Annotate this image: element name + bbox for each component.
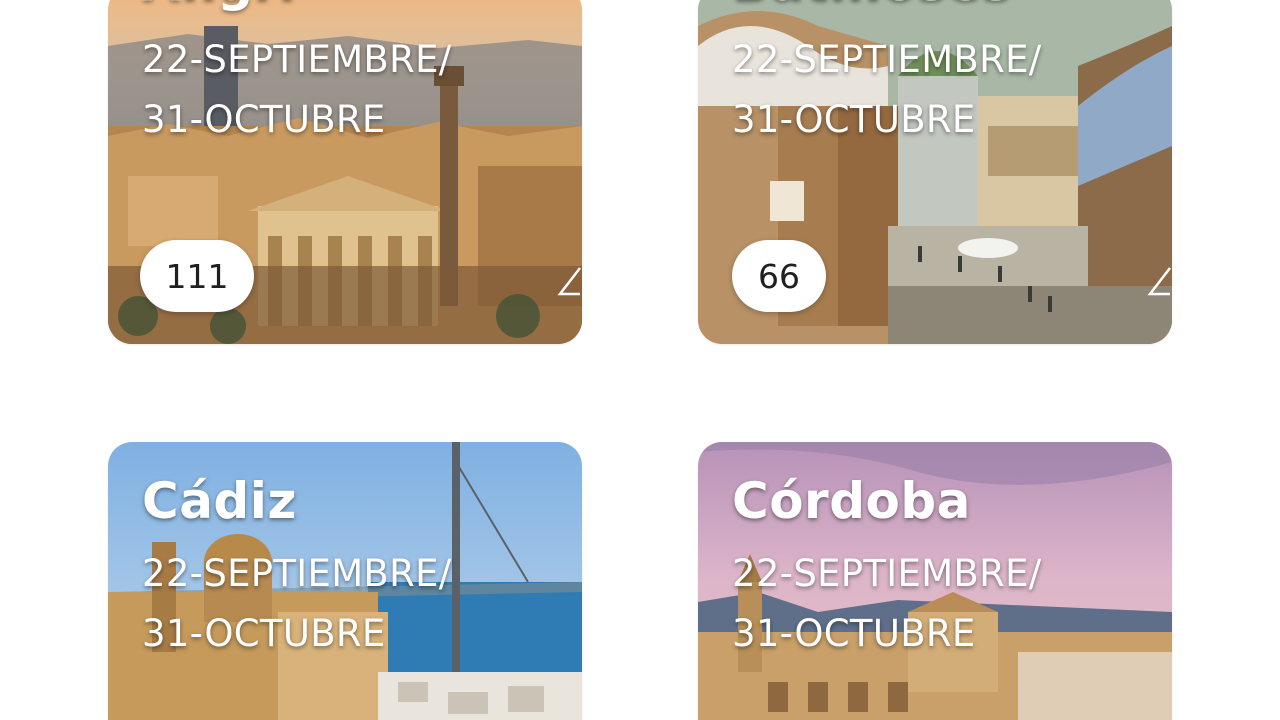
chevron-up-icon[interactable]: [556, 264, 582, 302]
date-end: 31-OCTUBRE: [732, 612, 976, 655]
date-start: 22-SEPTIEMBRE/: [732, 38, 1042, 81]
destination-card-cadiz[interactable]: Cádiz 22-SEPTIEMBRE/ 31-OCTUBRE: [108, 442, 582, 720]
date-start: 22-SEPTIEMBRE/: [142, 552, 452, 595]
date-range: 22-SEPTIEMBRE/ 31-OCTUBRE: [732, 544, 1042, 664]
card-title: Angri: [142, 0, 296, 12]
date-range: 22-SEPTIEMBRE/ 31-OCTUBRE: [732, 30, 1042, 150]
date-start: 22-SEPTIEMBRE/: [142, 38, 452, 81]
card-title: Batilloses: [732, 0, 1012, 12]
card-title: Córdoba: [732, 472, 971, 530]
date-end: 31-OCTUBRE: [732, 98, 976, 141]
destination-card-batilloses[interactable]: Batilloses 22-SEPTIEMBRE/ 31-OCTUBRE 66: [698, 0, 1172, 344]
card-title: Cádiz: [142, 472, 297, 530]
destination-card-angri[interactable]: Angri 22-SEPTIEMBRE/ 31-OCTUBRE 111: [108, 0, 582, 344]
destination-card-cordoba[interactable]: Córdoba 22-SEPTIEMBRE/ 31-OCTUBRE: [698, 442, 1172, 720]
count-badge: 66: [732, 240, 826, 312]
date-range: 22-SEPTIEMBRE/ 31-OCTUBRE: [142, 544, 452, 664]
date-end: 31-OCTUBRE: [142, 612, 386, 655]
date-start: 22-SEPTIEMBRE/: [732, 552, 1042, 595]
destination-grid: Angri 22-SEPTIEMBRE/ 31-OCTUBRE 111: [0, 0, 1280, 720]
date-range: 22-SEPTIEMBRE/ 31-OCTUBRE: [142, 30, 452, 150]
chevron-up-icon[interactable]: [1146, 264, 1172, 302]
date-end: 31-OCTUBRE: [142, 98, 386, 141]
count-badge: 111: [140, 240, 254, 312]
